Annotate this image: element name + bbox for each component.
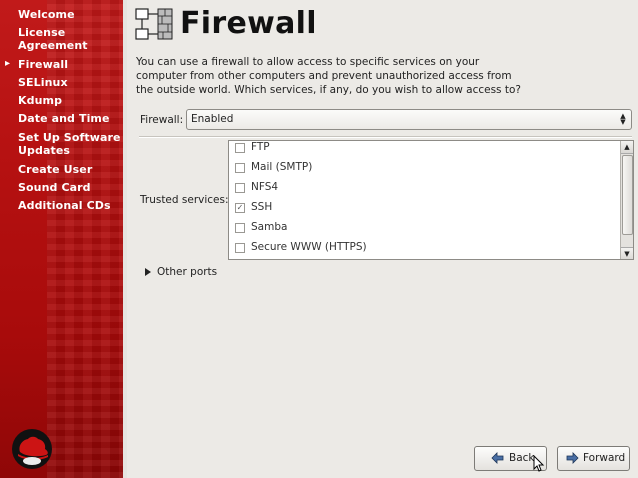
service-row-mail-smtp[interactable]: Mail (SMTP) [235,160,615,178]
sidebar-step-kdump: Kdump [18,94,63,107]
service-checkbox-ftp[interactable] [235,143,245,153]
service-row-ftp[interactable]: FTP [235,141,615,158]
redhat-logo-icon [12,429,52,469]
separator [139,136,632,138]
service-checkbox-mail-smtp[interactable] [235,163,245,173]
firewall-label: Firewall: [140,114,184,126]
sidebar-step-sound-card: Sound Card [18,181,91,194]
sidebar-edge [123,0,127,478]
mouse-cursor-icon [533,455,545,472]
service-row-ssh[interactable]: ✓ SSH [235,200,615,218]
trusted-services-label: Trusted services: [140,194,229,206]
scroll-down-icon[interactable]: ▼ [621,247,633,259]
service-label: Secure WWW (HTTPS) [251,241,367,253]
sidebar: Welcome License Agreement Firewall SELin… [0,0,127,478]
sidebar-step-create-user: Create User [18,163,93,176]
service-label: Mail (SMTP) [251,161,313,173]
updown-arrows-icon: ▲ ▼ [620,112,626,126]
service-row-nfs4[interactable]: NFS4 [235,180,615,198]
firewall-network-icon [135,8,173,40]
service-label: NFS4 [251,181,279,193]
service-checkbox-ssh[interactable]: ✓ [235,203,245,213]
back-button-label: Back [509,452,535,464]
forward-button[interactable]: Forward [557,446,630,471]
back-arrow-icon [491,452,504,464]
forward-arrow-icon [566,452,579,464]
firewall-select[interactable]: Enabled ▲ ▼ [186,109,632,130]
service-label: Samba [251,221,288,233]
firewall-select-value: Enabled [191,113,234,125]
service-checkbox-nfs4[interactable] [235,183,245,193]
service-row-secure-www[interactable]: Secure WWW (HTTPS) [235,240,615,258]
services-scrollbar[interactable]: ▲ ▼ [620,141,633,259]
sidebar-step-welcome: Welcome [18,8,75,21]
other-ports-expander[interactable]: Other ports [145,266,217,278]
scrollbar-thumb[interactable] [622,155,633,235]
forward-button-label: Forward [583,452,626,464]
sidebar-step-license-agreement: License Agreement [18,26,88,52]
page-title: Firewall [180,6,317,41]
service-checkbox-secure-www[interactable] [235,243,245,253]
service-checkbox-samba[interactable] [235,223,245,233]
service-label: FTP [251,141,270,153]
service-label: SSH [251,201,273,213]
sidebar-step-firewall: Firewall [5,57,68,71]
expander-arrow-icon [145,268,151,276]
sidebar-step-additional-cds: Additional CDs [18,199,111,212]
other-ports-label: Other ports [157,266,218,278]
service-row-samba[interactable]: Samba [235,220,615,238]
sidebar-pattern [47,0,127,478]
intro-text: You can use a firewall to allow access t… [136,56,521,96]
sidebar-step-selinux: SELinux [18,76,68,89]
sidebar-step-software-updates: Set Up Software Updates [18,131,121,157]
scroll-up-icon[interactable]: ▲ [621,141,633,154]
trusted-services-list[interactable]: FTP Mail (SMTP) NFS4 ✓ SSH Samba Secure … [228,140,634,260]
sidebar-step-date-and-time: Date and Time [18,112,110,125]
